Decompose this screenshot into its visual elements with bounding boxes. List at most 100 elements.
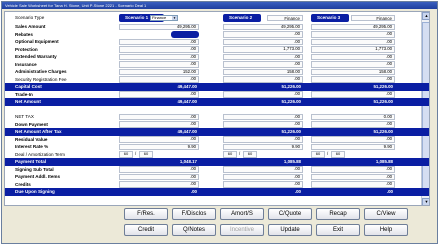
btn-exit[interactable]: Exit <box>316 224 360 236</box>
row-rows-after-0: Residual Value .00 .00 .00 <box>5 136 429 144</box>
value-field[interactable]: .00 <box>311 31 395 38</box>
row-label: Deal / Amortization Term <box>15 151 65 157</box>
rebates-pill[interactable] <box>171 31 199 38</box>
net-after-tax-band-value: 49,447.00 <box>177 129 197 134</box>
value-field[interactable]: .00 <box>311 181 395 188</box>
amortization-field[interactable]: 60 <box>119 151 133 158</box>
btn-recap[interactable]: Recap <box>316 208 360 220</box>
btn-cview[interactable]: C/View <box>364 208 408 220</box>
value-field[interactable]: .00 <box>223 173 303 180</box>
value-field[interactable]: .00 <box>223 113 303 120</box>
due-signing-band-value: .00 <box>190 189 197 194</box>
value-field[interactable]: .00 <box>119 53 199 60</box>
value-field[interactable]: 158.00 <box>311 68 395 75</box>
value-field[interactable]: 152.00 <box>119 68 199 75</box>
value-field[interactable]: .00 <box>223 31 303 38</box>
term-field[interactable]: 60 <box>243 151 257 158</box>
worksheet-grid: ▲ ▼ Scenario Type Scenario 1 Scenario 2 Sce… <box>4 11 430 206</box>
btn-fres[interactable]: F/Res. <box>124 208 168 220</box>
term-field-pair: 60/60 <box>119 151 159 158</box>
value-field[interactable]: .00 <box>119 46 199 53</box>
value-field[interactable]: .00 <box>119 61 199 68</box>
net-amount-band-label: Net Amount <box>15 99 41 104</box>
scroll-down-arrow-icon[interactable]: ▼ <box>422 198 429 205</box>
value-field[interactable]: 0.00 <box>311 113 395 120</box>
net-amount-band-value: 51,226.00 <box>373 99 393 104</box>
value-field[interactable]: .00 <box>119 113 199 120</box>
net-after-tax-band-value: 51,226.00 <box>281 129 301 134</box>
value-field[interactable]: 49,295.00 <box>119 23 199 30</box>
value-field[interactable]: .00 <box>311 173 395 180</box>
scenario-1-type-select[interactable]: Finance ▼ <box>150 15 178 21</box>
row-rows-top-0: Sales Amount 49,295.00 49,295.00 49,295.00 <box>5 23 429 31</box>
value-field[interactable]: .00 <box>119 166 199 173</box>
scenario-3-button[interactable]: Scenario 3 <box>311 14 349 22</box>
capital-cost-band-value: 51,226.00 <box>281 84 301 89</box>
net-amount-band-value: 51,226.00 <box>281 99 301 104</box>
value-field[interactable]: .00 <box>119 91 199 98</box>
row-rows-bottom-2: Credits .00 .00 .00 <box>5 181 429 189</box>
value-field[interactable]: .00 <box>311 121 395 128</box>
due-signing-band-label: Due Upon Signing <box>15 189 55 194</box>
chevron-down-icon[interactable]: ▼ <box>172 16 177 20</box>
value-field[interactable]: .00 <box>223 136 303 143</box>
due-signing-band-value: .00 <box>294 189 301 194</box>
btn-update[interactable]: Update <box>268 224 312 236</box>
value-field[interactable]: 49,295.00 <box>223 23 303 30</box>
payment-total-band-value: 1,048.17 <box>179 159 197 164</box>
term-separator: / <box>135 151 137 156</box>
payment-total-band-value: 1,085.88 <box>375 159 393 164</box>
row-deal-term: Deal / Amortization Term 60/60 60/60 60/60 <box>5 151 429 159</box>
value-field[interactable]: .00 <box>311 136 395 143</box>
value-field[interactable]: 9.90 <box>223 143 303 150</box>
value-field[interactable]: .00 <box>311 166 395 173</box>
btn-help[interactable]: Help <box>364 224 408 236</box>
value-field[interactable]: .00 <box>119 76 199 83</box>
value-field[interactable]: .00 <box>223 76 303 83</box>
btn-cquote[interactable]: C/Quote <box>268 208 312 220</box>
amortization-field[interactable]: 60 <box>311 151 325 158</box>
value-field[interactable]: .00 <box>223 53 303 60</box>
value-field[interactable]: 158.00 <box>223 68 303 75</box>
row-label: Interest Rate % <box>15 144 49 149</box>
term-field-pair: 60/60 <box>223 151 263 158</box>
btn-fdisclos[interactable]: F/Disclos <box>172 208 216 220</box>
amortization-field[interactable]: 60 <box>223 151 237 158</box>
row-label: Insurance <box>15 61 37 67</box>
value-field[interactable]: 9.90 <box>119 143 199 150</box>
btn-incentive: Incentive <box>220 224 264 236</box>
value-field[interactable]: .00 <box>223 91 303 98</box>
scenario-2-button[interactable]: Scenario 2 <box>223 14 261 22</box>
term-field[interactable]: 60 <box>139 151 153 158</box>
value-field[interactable]: .00 <box>223 166 303 173</box>
value-field[interactable]: 9.90 <box>311 143 395 150</box>
value-field[interactable]: 49,295.00 <box>311 23 395 30</box>
value-field[interactable]: .00 <box>119 181 199 188</box>
row-label: Down Payment <box>15 121 48 127</box>
row-label: Payment Addl. Items <box>15 174 61 179</box>
btn-qnotes[interactable]: Q/Notes <box>172 224 216 236</box>
value-field[interactable]: .00 <box>223 121 303 128</box>
value-field[interactable]: .00 <box>311 61 395 68</box>
value-field[interactable]: 1,773.00 <box>223 46 303 53</box>
row-label: Credits <box>15 181 31 187</box>
btn-credit[interactable]: Credit <box>124 224 168 236</box>
value-field[interactable]: .00 <box>119 173 199 180</box>
value-field[interactable]: .00 <box>311 76 395 83</box>
term-field[interactable]: 60 <box>331 151 345 158</box>
value-field[interactable]: .00 <box>223 38 303 45</box>
btn-amorts[interactable]: Amort/S <box>220 208 264 220</box>
value-field[interactable]: .00 <box>119 136 199 143</box>
value-field[interactable]: .00 <box>223 181 303 188</box>
row-rows-bottom-1: Payment Addl. Items .00 .00 .00 <box>5 173 429 181</box>
value-field[interactable]: 1,773.00 <box>311 46 395 53</box>
worksheet-window: Vehicle Sale Worksheet for Tana H. Stone… <box>1 1 438 244</box>
value-field[interactable]: .00 <box>311 91 395 98</box>
value-field[interactable]: .00 <box>119 121 199 128</box>
row-trade-in: Trade-In .00 .00 .00 <box>5 91 429 99</box>
value-field[interactable]: .00 <box>223 61 303 68</box>
row-rows-mid-1: Down Payment .00 .00 .00 <box>5 121 429 129</box>
value-field[interactable]: .00 <box>311 38 395 45</box>
value-field[interactable]: .00 <box>119 38 199 45</box>
value-field[interactable]: .00 <box>311 53 395 60</box>
